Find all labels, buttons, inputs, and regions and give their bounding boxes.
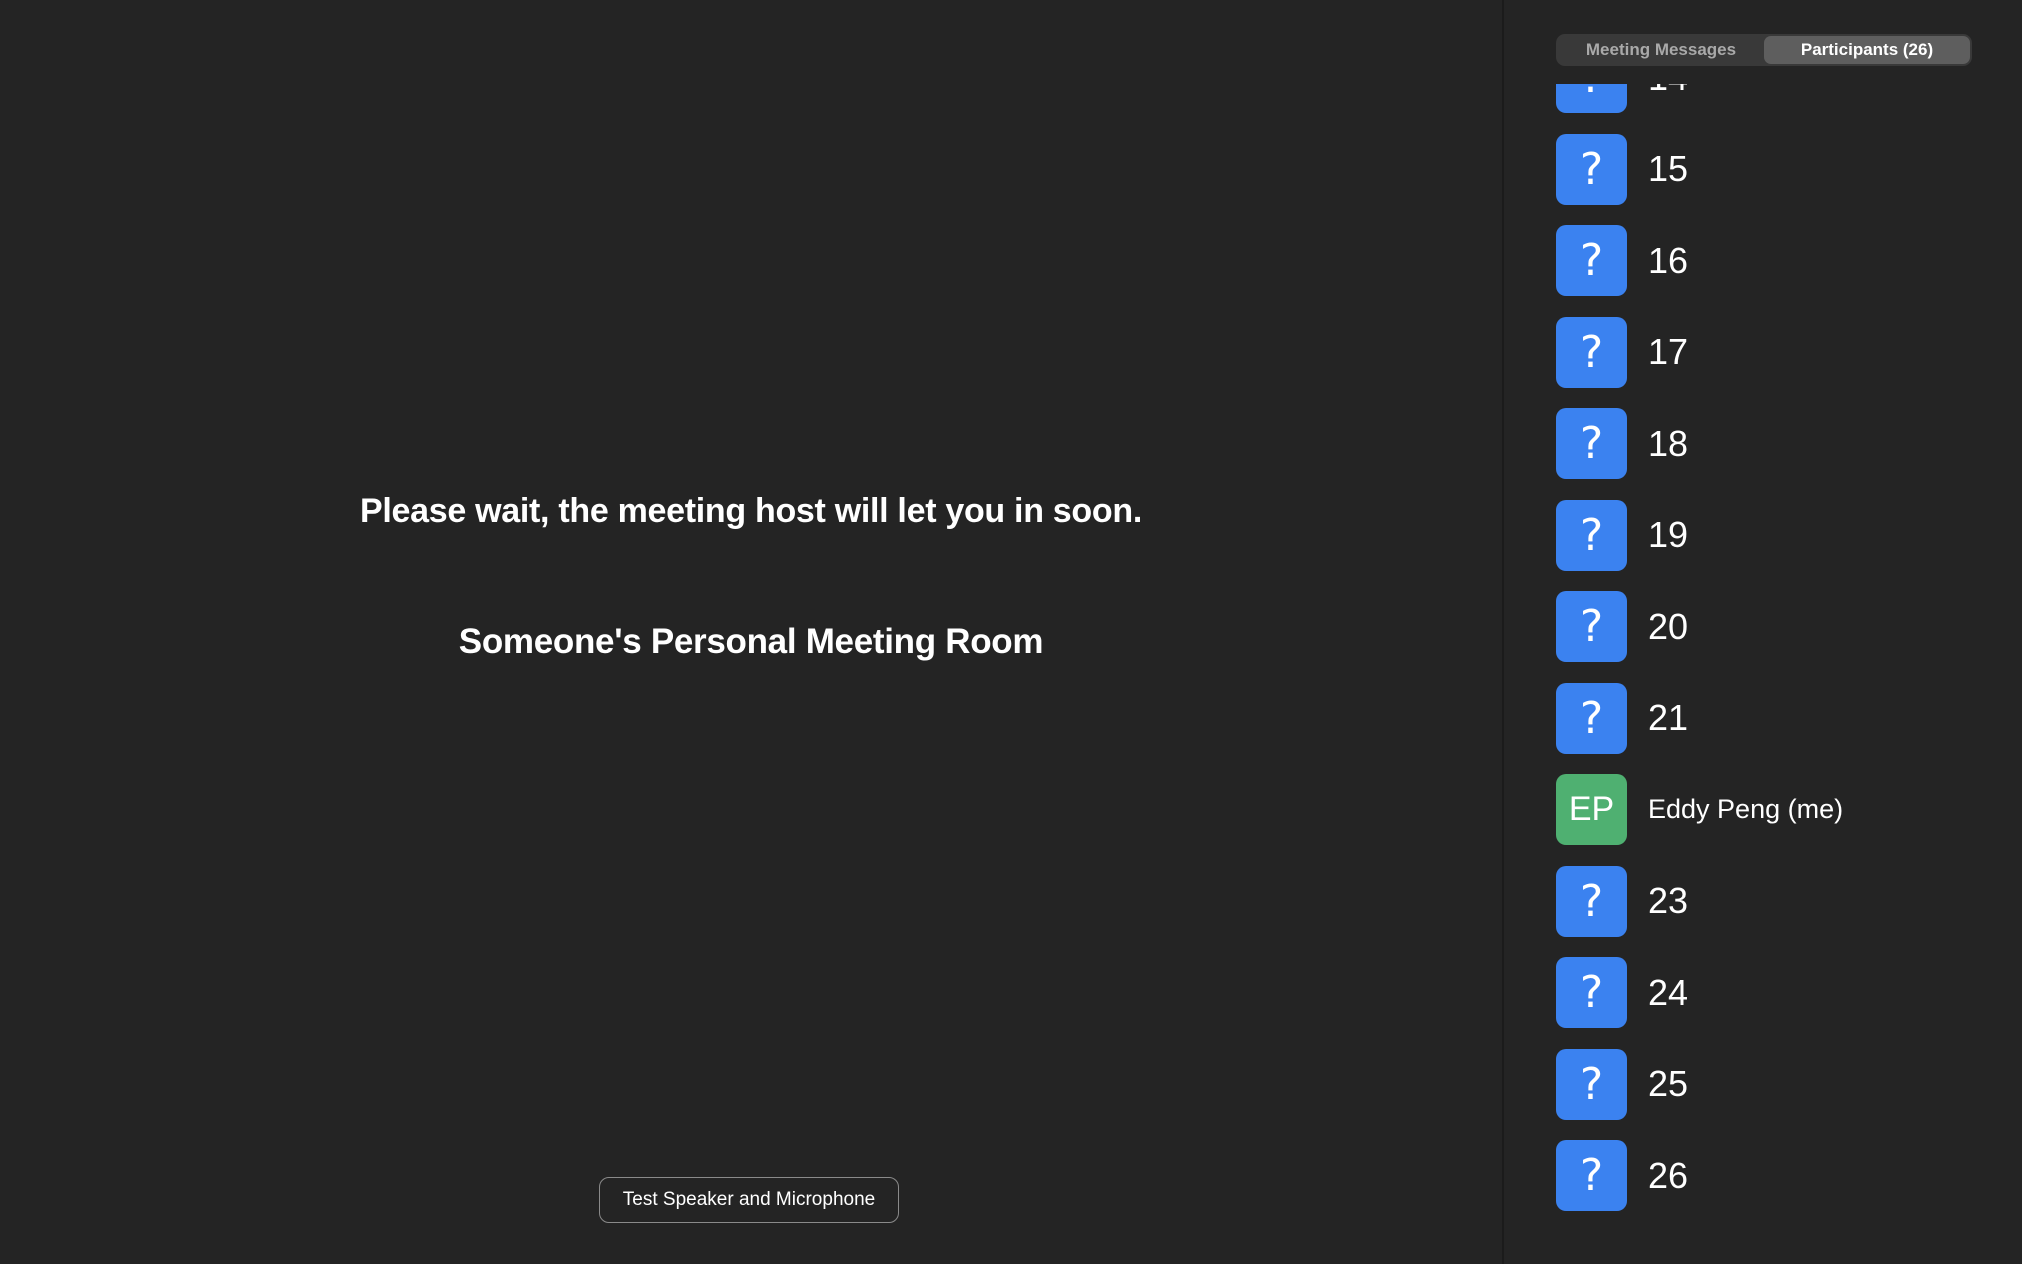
participant-name: 24 <box>1648 971 1689 1013</box>
unknown-user-icon: ? <box>1556 865 1627 937</box>
participant-name: 23 <box>1648 880 1689 922</box>
participant-name: Eddy Peng (me) <box>1648 794 1844 825</box>
participant-name: 26 <box>1648 1154 1689 1196</box>
unknown-user-icon: ? <box>1556 84 1627 114</box>
unknown-user-icon: ? <box>1556 682 1627 754</box>
participant-name: 20 <box>1648 605 1689 647</box>
participant-name: 18 <box>1648 422 1689 464</box>
participant-name: 16 <box>1648 239 1689 281</box>
participant-row[interactable]: EP Eddy Peng (me) <box>1556 774 1996 846</box>
participant-row[interactable]: ? 15 <box>1556 133 1996 206</box>
participant-avatar: EP <box>1556 774 1627 846</box>
unknown-user-icon: ? <box>1556 316 1627 388</box>
participant-row[interactable]: ? 19 <box>1556 499 1996 572</box>
unknown-user-icon: ? <box>1556 957 1627 1029</box>
unknown-user-icon: ? <box>1556 133 1627 205</box>
participant-row[interactable]: ? 21 <box>1556 682 1996 755</box>
participant-row[interactable]: ? 18 <box>1556 408 1996 480</box>
participant-name: 14 <box>1648 84 1688 99</box>
participant-row[interactable]: ? 25 <box>1556 1048 1996 1121</box>
panel-tab-bar: Meeting Messages Participants (26) <box>1556 34 1972 66</box>
meeting-room-name: Someone's Personal Meeting Room <box>458 622 1044 661</box>
participant-row[interactable]: ? 16 <box>1556 225 1996 297</box>
unknown-user-icon: ? <box>1556 1048 1627 1120</box>
unknown-user-icon: ? <box>1556 225 1627 297</box>
participant-name: 15 <box>1648 148 1689 190</box>
unknown-user-icon: ? <box>1556 1140 1627 1212</box>
test-speaker-microphone-button[interactable]: Test Speaker and Microphone <box>599 1177 899 1223</box>
side-panel: Meeting Messages Participants (26) ? 14? 1… <box>1504 0 2022 1264</box>
participant-row[interactable]: ? 23 <box>1556 865 1996 938</box>
wait-message: Please wait, the meeting host will let y… <box>360 492 1142 530</box>
participant-name: 21 <box>1648 697 1689 739</box>
participant-name: 17 <box>1648 331 1689 373</box>
participant-row[interactable]: ? 14 <box>1556 84 1996 114</box>
participant-row[interactable]: ? 24 <box>1556 957 1996 1029</box>
unknown-user-icon: ? <box>1556 408 1627 480</box>
participant-row[interactable]: ? 17 <box>1556 316 1996 389</box>
participant-list-viewport[interactable]: ? 14? 15? 16? 17? 18? 19? 20? 21 EP Eddy Peng (me)… <box>1504 84 2022 1264</box>
zoom-waiting-room-window: Please wait, the meeting host will let y… <box>0 0 2022 1264</box>
participant-list: ? 14? 15? 16? 17? 18? 19? 20? 21 EP Eddy Peng (me)… <box>1556 84 1996 1232</box>
participant-name: 25 <box>1648 1063 1689 1105</box>
tab-meeting-messages[interactable]: Meeting Messages <box>1558 36 1764 64</box>
participant-row[interactable]: ? 20 <box>1556 591 1996 663</box>
unknown-user-icon: ? <box>1556 499 1627 571</box>
tab-participants[interactable]: Participants (26) <box>1764 36 1970 64</box>
participant-name: 19 <box>1648 514 1689 556</box>
unknown-user-icon: ? <box>1556 591 1627 663</box>
participant-row[interactable]: ? 26 <box>1556 1140 1996 1212</box>
waiting-room-main-area: Please wait, the meeting host will let y… <box>0 0 1502 1264</box>
